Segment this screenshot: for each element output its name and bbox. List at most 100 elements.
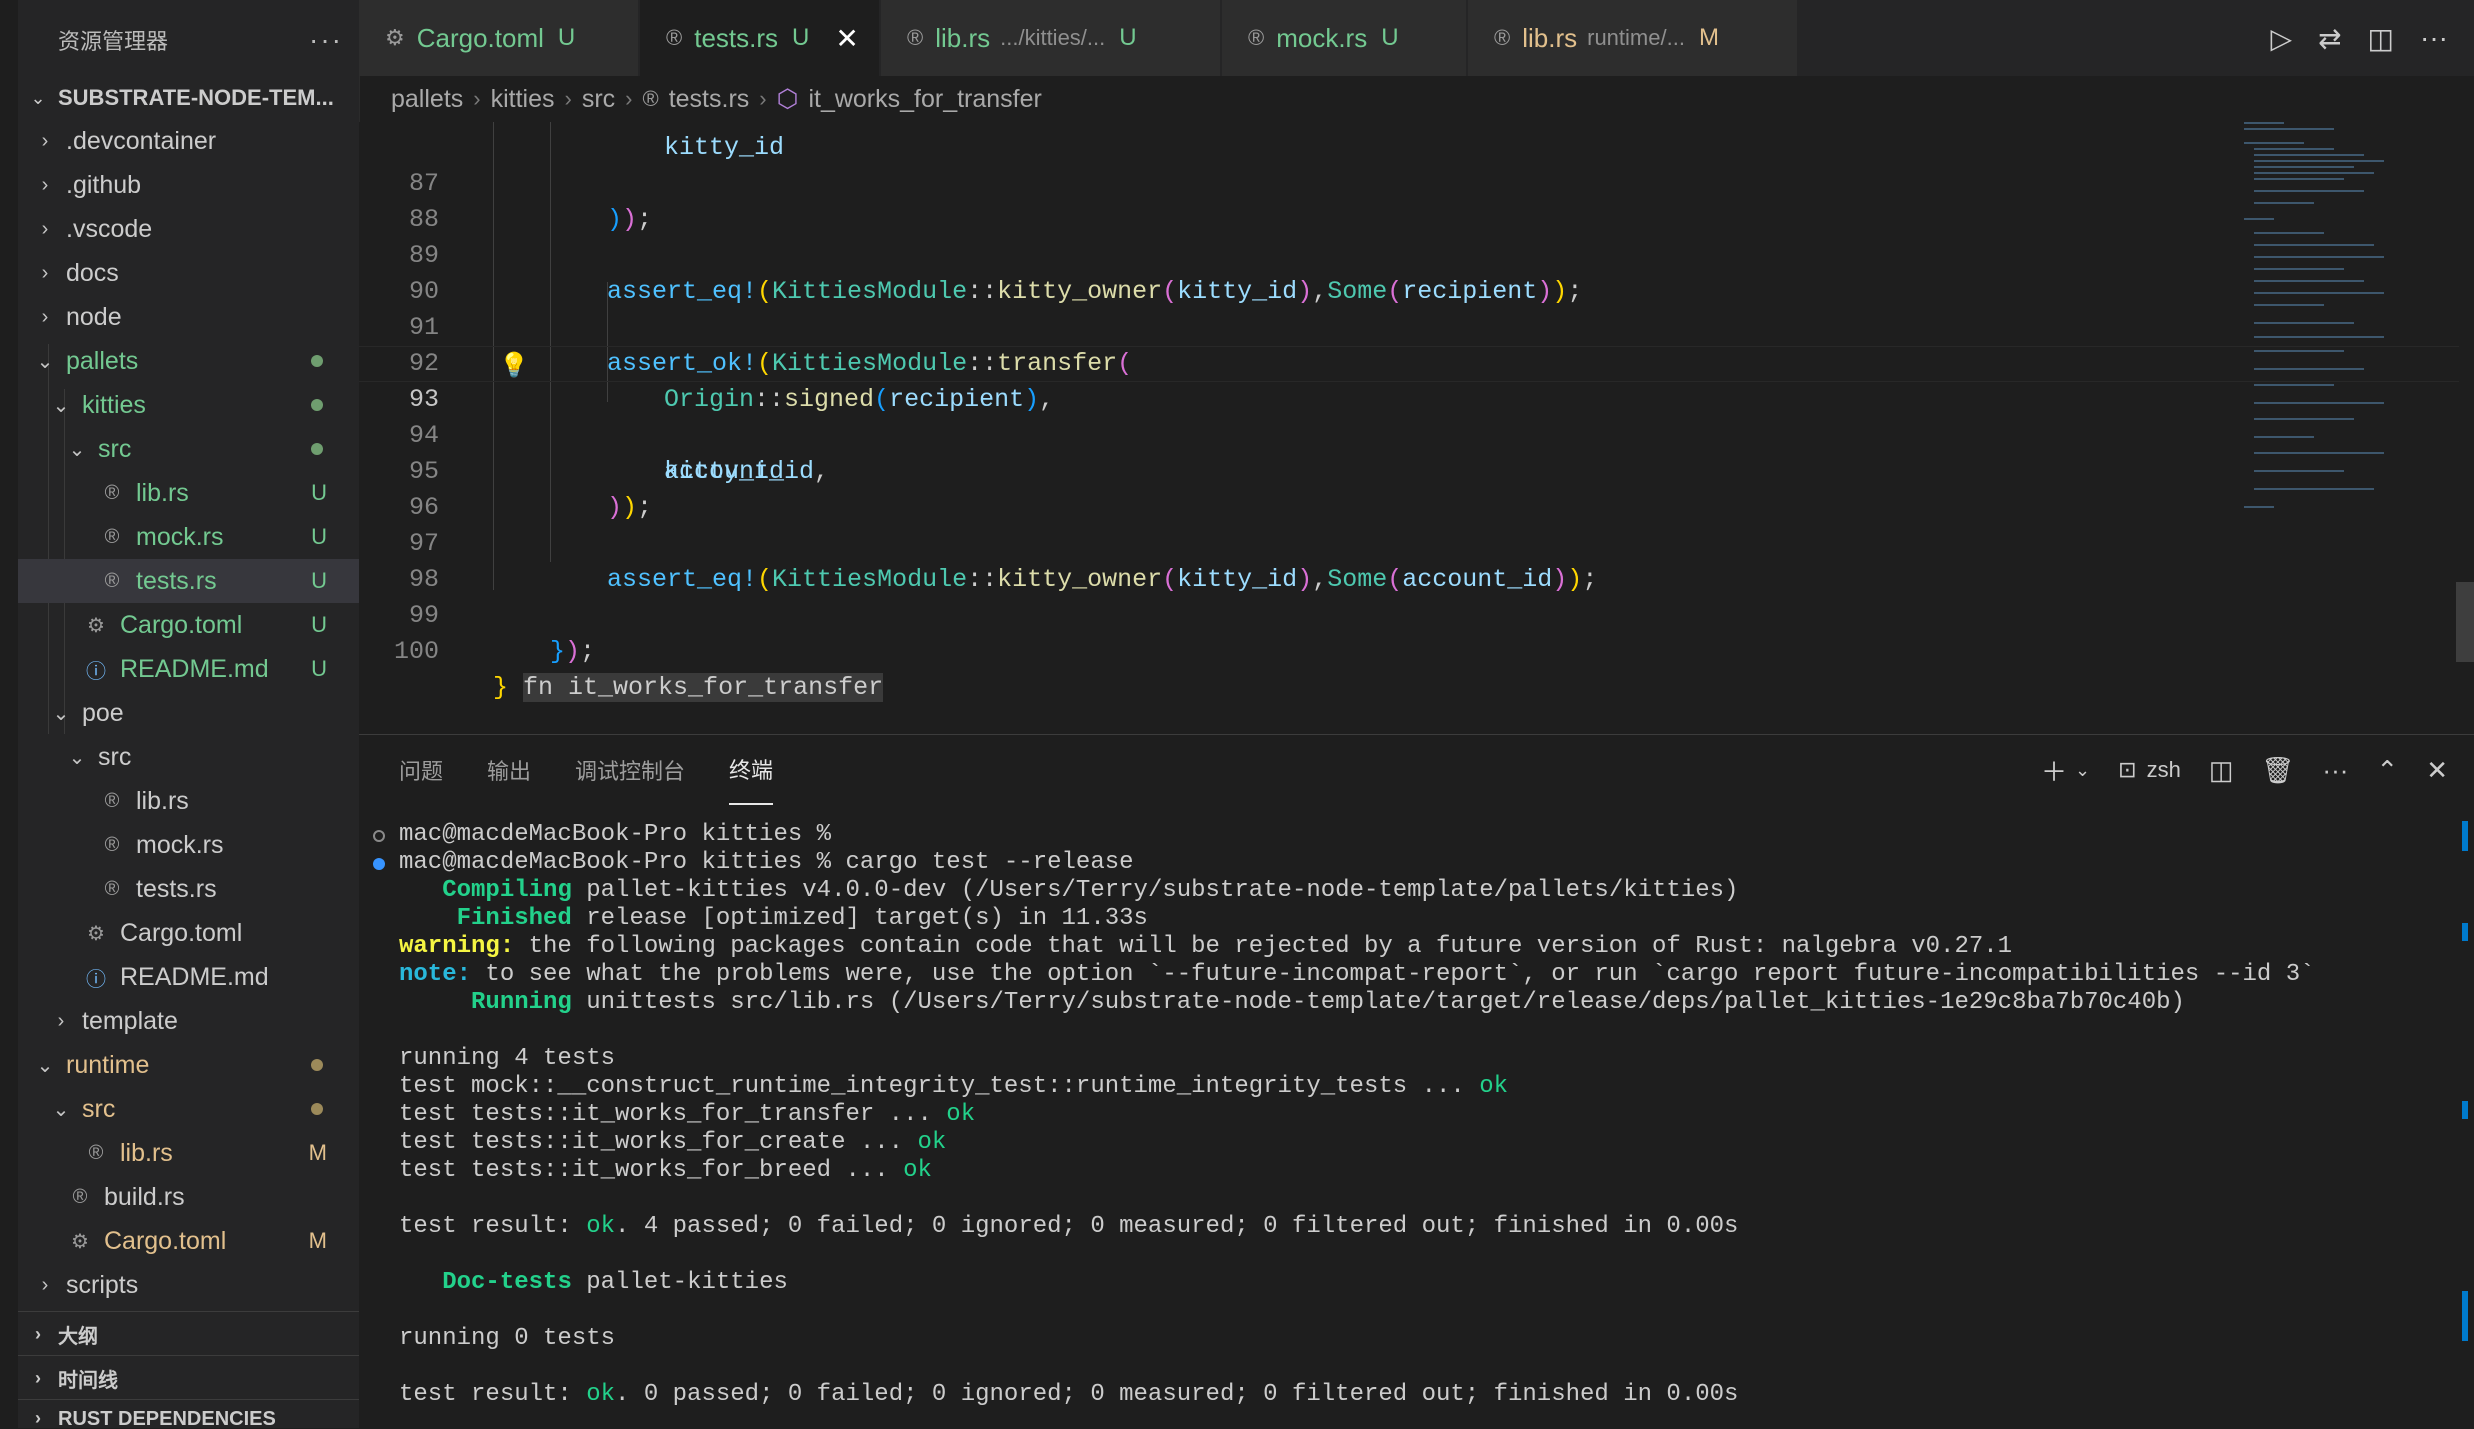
tab-badge: U	[792, 24, 810, 51]
breadcrumb-item[interactable]: src	[582, 85, 615, 114]
tree-item-label: kitties	[82, 390, 146, 419]
maximize-panel-icon[interactable]: ⌃	[2376, 755, 2398, 786]
breadcrumb-item[interactable]: tests.rs	[669, 85, 750, 114]
tree-item-template[interactable]: › template	[18, 999, 359, 1043]
chevron-right-icon: ›	[41, 261, 49, 284]
more-actions-icon[interactable]: ···	[309, 24, 343, 56]
tree-item-vscode[interactable]: › .vscode	[18, 207, 359, 251]
close-icon[interactable]: ✕	[2426, 755, 2448, 786]
git-status-badge: M	[308, 1228, 327, 1253]
chevron-right-icon: ›	[473, 86, 481, 111]
breadcrumb-item[interactable]: kitties	[491, 85, 555, 114]
tree-item-lib-rs[interactable]: ® lib.rs U	[18, 471, 359, 515]
tree-item-docs[interactable]: › docs	[18, 251, 359, 295]
more-actions-icon[interactable]: ···	[2322, 755, 2348, 786]
tree-item-poe-src[interactable]: ⌄ src	[18, 735, 359, 779]
tree-item-poe[interactable]: ⌄ poe	[18, 691, 359, 735]
terminal-line: mac@macdeMacBook-Pro kitties % cargo tes…	[373, 849, 2449, 877]
tab-output[interactable]: 输出	[487, 735, 531, 805]
chevron-right-icon: ›	[41, 173, 49, 196]
close-icon[interactable]: ✕	[835, 22, 858, 55]
terminal-line: running 4 tests	[399, 1045, 616, 1072]
breadcrumb-item[interactable]: it_works_for_transfer	[808, 85, 1041, 114]
code-editor[interactable]: kitty_id 87 )); 88 89 assert_eq!(Kitties…	[359, 122, 2474, 734]
new-terminal-icon[interactable]: ＋	[2041, 752, 2067, 789]
tree-item-readme[interactable]: ⓘ README.md U	[18, 647, 359, 691]
chevron-right-icon: ›	[41, 1273, 49, 1296]
outline-section[interactable]: › 大纲	[18, 1311, 359, 1356]
tree-item-devcontainer[interactable]: › .devcontainer	[18, 119, 359, 163]
code-line: 87 ));	[359, 130, 2459, 234]
tree-item-poe-mock-rs[interactable]: ® mock.rs	[18, 823, 359, 867]
tree-item-label: .devcontainer	[66, 126, 217, 155]
tree-item-runtime-src[interactable]: ⌄ src	[18, 1087, 359, 1131]
chevron-down-icon: ⌄	[68, 438, 86, 461]
split-terminal-icon[interactable]: ◫	[2209, 755, 2234, 786]
rust-file-icon: ®	[104, 877, 120, 900]
rust-dependencies-section[interactable]: › RUST DEPENDENCIES	[18, 1399, 359, 1428]
tree-item-src[interactable]: ⌄ src	[18, 427, 359, 471]
shell-name[interactable]: zsh	[2147, 757, 2181, 783]
chevron-right-icon: ›	[57, 1009, 65, 1032]
terminal-line: warning: the following packages contain …	[399, 933, 2013, 960]
tab-debug-console[interactable]: 调试控制台	[575, 735, 685, 805]
tree-item-poe-cargo-toml[interactable]: ⚙ Cargo.toml	[18, 911, 359, 955]
changes-dot	[311, 1059, 323, 1071]
lightbulb-icon[interactable]: 💡	[499, 350, 529, 386]
tab-mock-rs[interactable]: ® mock.rs U	[1222, 0, 1467, 76]
tree-item-pallets[interactable]: ⌄ pallets	[18, 339, 359, 383]
chevron-down-icon[interactable]: ⌄	[2075, 760, 2090, 781]
tree-item-cargo-toml[interactable]: ⚙ Cargo.toml U	[18, 603, 359, 647]
editor-actions: ▷ ⇄ ◫ ···	[2271, 0, 2474, 76]
run-icon[interactable]: ▷	[2271, 22, 2293, 55]
editor-scrollbar[interactable]	[2456, 582, 2474, 662]
tree-item-build-rs[interactable]: ® build.rs	[18, 1175, 359, 1219]
tree-item-poe-lib-rs[interactable]: ® lib.rs	[18, 779, 359, 823]
terminal-line: running 0 tests	[399, 1325, 616, 1352]
split-editor-icon[interactable]: ◫	[2368, 22, 2394, 55]
breadcrumb-item[interactable]: pallets	[391, 85, 463, 114]
code-line: 90	[359, 238, 2459, 306]
workspace-folder[interactable]: ⌄ SUBSTRATE-NODE-TEM...	[18, 78, 359, 118]
bottom-panel: 问题 输出 调试控制台 终端 ＋ ⌄ ⊡ zsh ◫ 🗑 ··· ⌃ ✕ mac…	[359, 734, 2474, 1429]
changes-dot	[311, 443, 323, 455]
gear-icon: ⚙	[87, 614, 105, 637]
tree-item-poe-tests-rs[interactable]: ® tests.rs	[18, 867, 359, 911]
tree-item-tests-rs[interactable]: ® tests.rs U	[18, 559, 359, 603]
tab-lib-rs-kitties[interactable]: ® lib.rs .../kitties/... U	[881, 0, 1221, 76]
tree-item-label: scripts	[66, 1270, 139, 1299]
code-line: 99 });	[359, 562, 2459, 666]
tree-item-scripts[interactable]: › scripts	[18, 1263, 359, 1307]
tab-tests-rs[interactable]: ® tests.rs U ✕	[640, 0, 880, 76]
tab-terminal[interactable]: 终端	[729, 735, 774, 805]
minimap[interactable]	[2244, 122, 2394, 522]
tree-item-mock-rs[interactable]: ® mock.rs U	[18, 515, 359, 559]
tree-item-label: README.md	[120, 962, 269, 991]
more-actions-icon[interactable]: ···	[2420, 22, 2448, 54]
terminal-output[interactable]: mac@macdeMacBook-Pro kitties % mac@macde…	[373, 821, 2449, 1409]
timeline-section[interactable]: › 时间线	[18, 1355, 359, 1400]
tree-item-kitties[interactable]: ⌄ kitties	[18, 383, 359, 427]
chevron-down-icon: ⌄	[52, 1098, 70, 1121]
git-status-badge: U	[311, 656, 327, 681]
chevron-down-icon: ⌄	[36, 1054, 54, 1077]
tree-item-label: README.md	[120, 654, 269, 683]
tab-badge: U	[1381, 24, 1399, 51]
tab-label: tests.rs	[694, 22, 779, 53]
compare-changes-icon[interactable]: ⇄	[2318, 22, 2341, 55]
trash-icon[interactable]: 🗑	[2261, 755, 2294, 786]
gear-icon: ⚙	[87, 922, 105, 945]
tree-item-runtime-cargo-toml[interactable]: ⚙ Cargo.toml M	[18, 1219, 359, 1263]
tree-item-github[interactable]: › .github	[18, 163, 359, 207]
tree-item-runtime-lib-rs[interactable]: ® lib.rs M	[18, 1131, 359, 1175]
info-icon: ⓘ	[86, 660, 106, 683]
tree-item-node[interactable]: › node	[18, 295, 359, 339]
tab-lib-rs-runtime[interactable]: ® lib.rs runtime/... M	[1468, 0, 1798, 76]
tree-item-runtime[interactable]: ⌄ runtime	[18, 1043, 359, 1087]
tree-item-label: mock.rs	[136, 830, 224, 859]
function-symbol-icon: ⬡	[776, 85, 799, 113]
tree-item-poe-readme[interactable]: ⓘ README.md	[18, 955, 359, 999]
section-title: 时间线	[58, 1369, 118, 1392]
tab-problems[interactable]: 问题	[399, 735, 443, 805]
tab-cargo-toml[interactable]: ⚙ Cargo.toml U	[359, 0, 639, 76]
